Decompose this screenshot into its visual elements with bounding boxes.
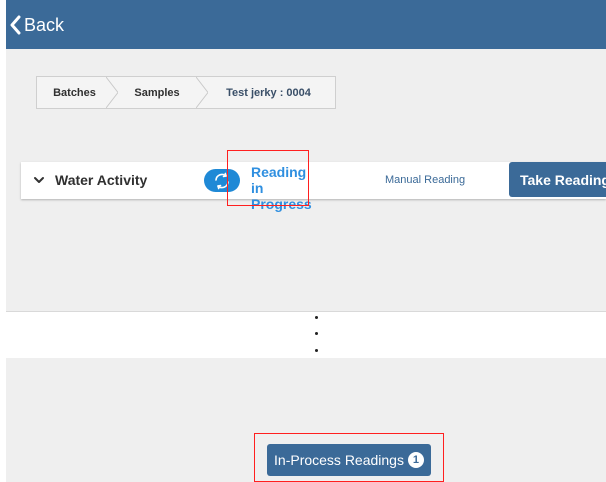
breadcrumb-item-batches[interactable]: Batches <box>37 77 118 108</box>
reading-status-text: Reading in Progress <box>251 164 312 212</box>
more-options-band <box>6 311 606 358</box>
app-screen: Back Batches Samples Test jerky : 0004 W… <box>6 0 606 482</box>
breadcrumb-item-samples[interactable]: Samples <box>112 77 208 108</box>
breadcrumb: Batches Samples Test jerky : 0004 <box>36 76 336 109</box>
count-badge: 1 <box>407 452 424 468</box>
breadcrumb-item-label: Samples <box>134 86 180 99</box>
ellipsis-dot <box>315 332 318 335</box>
in-process-readings-label: In-Process Readings <box>274 452 404 468</box>
manual-reading-link[interactable]: Manual Reading <box>385 174 465 186</box>
back-button[interactable]: Back <box>9 12 64 37</box>
take-reading-button[interactable]: Take Reading <box>509 162 606 197</box>
water-activity-row: Water Activity Reading in Progress Manua… <box>21 162 606 212</box>
breadcrumb-item-label: Batches <box>53 86 96 99</box>
sync-icon[interactable] <box>204 169 240 192</box>
breadcrumb-item-current-sample[interactable]: Test jerky : 0004 <box>202 77 335 108</box>
in-process-readings-button[interactable]: In-Process Readings 1 <box>267 444 431 476</box>
top-navigation-bar: Back <box>6 0 606 49</box>
breadcrumb-separator <box>196 77 208 108</box>
chevron-left-icon <box>9 15 21 35</box>
water-activity-title: Water Activity <box>55 172 148 188</box>
back-label: Back <box>24 14 65 35</box>
ellipsis-dot <box>315 316 318 319</box>
ellipsis-dot <box>315 349 318 352</box>
breadcrumb-separator <box>106 77 118 108</box>
breadcrumb-item-label: Test jerky : 0004 <box>226 86 311 99</box>
chevron-down-icon[interactable] <box>33 173 45 185</box>
